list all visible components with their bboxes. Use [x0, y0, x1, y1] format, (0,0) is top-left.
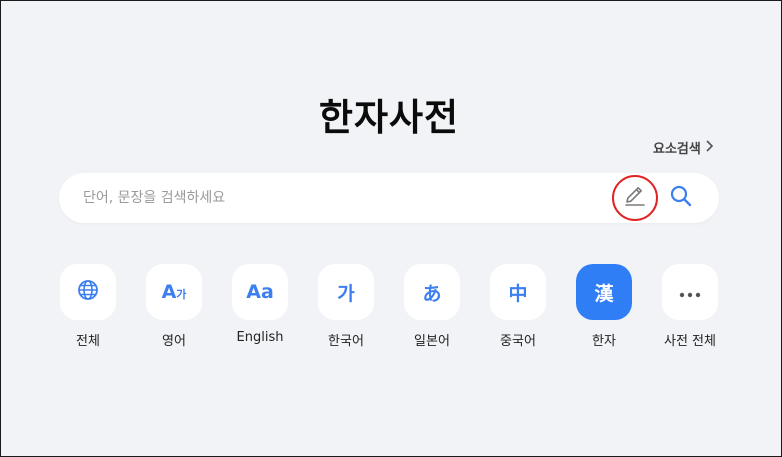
category-label: English — [236, 330, 284, 345]
search-icon — [669, 184, 693, 212]
dictionary-category-list: 전체 A가 영어 Aa English 가 한국어 あ 일본어 中 중국어 漢 … — [59, 264, 719, 354]
globe-icon — [77, 279, 99, 306]
category-japanese[interactable]: あ 일본어 — [403, 264, 461, 349]
hanja-icon: 漢 — [594, 282, 614, 305]
category-tile: A가 — [146, 264, 202, 320]
category-label: 한자 — [592, 334, 616, 349]
category-tile: 漢 — [576, 264, 632, 320]
chinese-icon: 中 — [508, 282, 528, 305]
search-bar — [59, 173, 719, 223]
handwriting-input-button[interactable] — [612, 175, 658, 221]
category-tile: 가 — [318, 264, 374, 320]
korean-icon: 가 — [337, 282, 355, 305]
page-title: 한자사전 — [318, 96, 460, 139]
category-hanja[interactable]: 漢 한자 — [575, 264, 633, 349]
category-label: 한국어 — [328, 334, 364, 349]
category-label: 일본어 — [414, 334, 450, 349]
category-tile — [662, 264, 718, 320]
category-label: 전체 — [76, 334, 100, 349]
element-search-link[interactable]: 요소검색 — [653, 138, 714, 157]
page-frame: 한자사전 요소검색 단어, 문장을 검색하세요 전체 A가 영어 Aa Engl… — [0, 0, 782, 457]
pencil-icon — [623, 184, 647, 212]
category-label: 영어 — [162, 334, 186, 349]
category-tile — [60, 264, 116, 320]
category-tile: Aa — [232, 264, 288, 320]
more-dots-icon — [679, 281, 701, 303]
category-korean[interactable]: 가 한국어 — [317, 264, 375, 349]
category-all-dictionaries[interactable]: 사전 전체 — [661, 264, 719, 349]
category-tile: 中 — [490, 264, 546, 320]
english-korean-icon: A가 — [161, 281, 187, 303]
category-english-korean[interactable]: A가 영어 — [145, 264, 203, 349]
category-label: 사전 전체 — [664, 334, 716, 349]
search-button[interactable] — [667, 184, 695, 212]
japanese-icon: あ — [422, 282, 442, 305]
chevron-right-icon — [705, 139, 714, 156]
english-icon: Aa — [246, 281, 274, 303]
element-search-label: 요소검색 — [653, 142, 701, 157]
category-all[interactable]: 전체 — [59, 264, 117, 349]
category-chinese[interactable]: 中 중국어 — [489, 264, 547, 349]
search-input[interactable] — [83, 185, 603, 211]
category-english[interactable]: Aa English — [231, 264, 289, 345]
category-tile: あ — [404, 264, 460, 320]
category-label: 중국어 — [500, 334, 536, 349]
